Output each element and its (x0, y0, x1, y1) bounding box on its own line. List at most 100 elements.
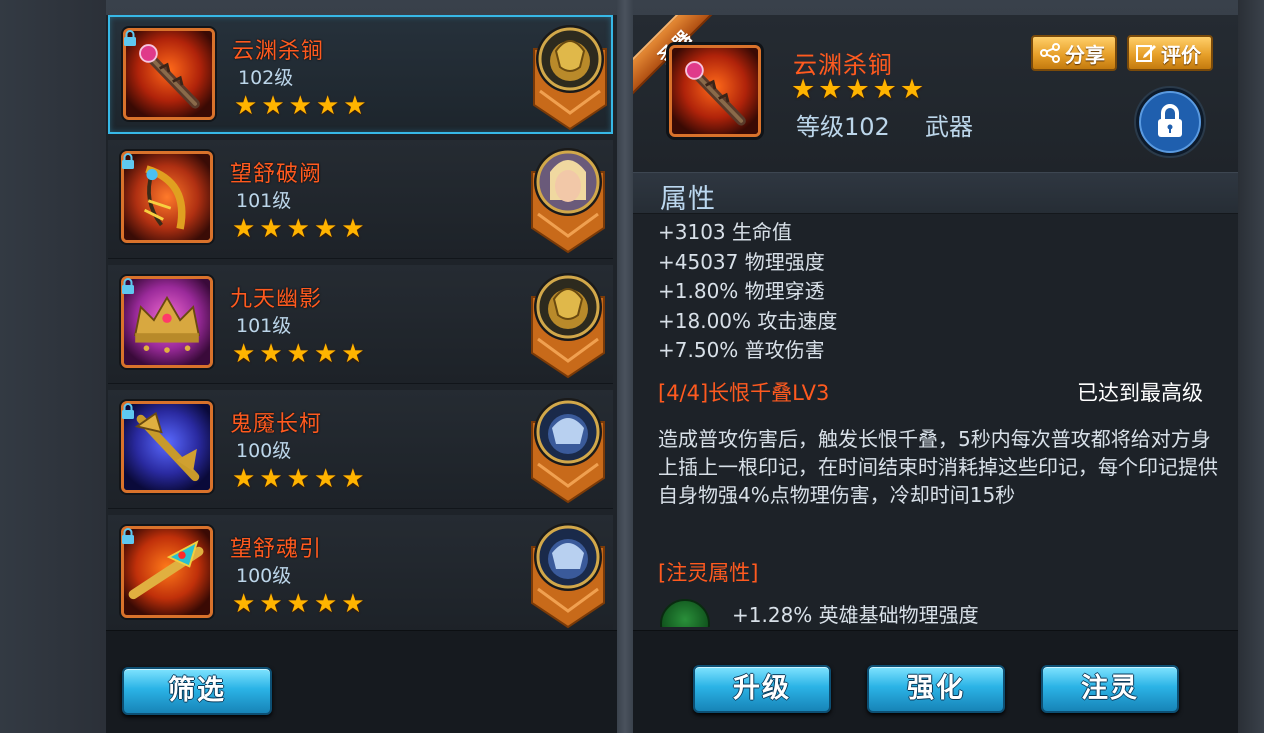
share-button-label: 分享 (1065, 42, 1105, 67)
hero-avatar-badge[interactable] (528, 269, 608, 379)
weapon-icon (669, 45, 761, 137)
spirit-section-title: [注灵属性] (658, 561, 759, 585)
attribute-line: +3103 生命值 (658, 220, 793, 244)
star-icon: ★ (286, 339, 310, 369)
hero-avatar-badge[interactable] (528, 519, 608, 629)
star-icon: ★ (845, 74, 870, 105)
item-level: 101级 (236, 315, 292, 337)
skill-description: 造成普攻伤害后，触发长恨千叠，5秒内每次普攻都将给对方身上插上一根印记，在时间结… (658, 427, 1218, 507)
enhance-button-label: 强化 (907, 673, 965, 704)
attribute-line: +45037 物理强度 (658, 249, 825, 274)
hero-avatar-badge[interactable] (528, 144, 608, 254)
attribute-line: +18.00% 攻击速度 (658, 308, 838, 333)
star-icon: ★ (341, 589, 365, 619)
star-icon: ★ (791, 74, 816, 105)
star-icon: ★ (232, 589, 256, 619)
star-icon: ★ (341, 464, 365, 494)
detail-header: 圣器 云渊杀锏 ★ ★ ★ ★ ★ 等级102 武器 分享 评价 (633, 15, 1238, 172)
equipment-item-selected[interactable]: 云渊杀锏 102级 ★ ★ ★ ★ ★ (108, 15, 613, 134)
detail-footer: 升级 强化 注灵 (633, 630, 1238, 733)
star-icon: ★ (286, 464, 310, 494)
star-icon: ★ (341, 339, 365, 369)
upgrade-button-label: 升级 (733, 673, 791, 704)
star-rating: ★ ★ ★ ★ ★ (232, 466, 365, 492)
attribute-line: +7.50% 普攻伤害 (658, 338, 825, 362)
star-icon: ★ (259, 339, 283, 369)
item-name: 云渊杀锏 (232, 39, 325, 64)
star-icon: ★ (872, 74, 897, 105)
item-name: 望舒破阙 (230, 162, 323, 187)
detail-item-level: 等级102 (796, 113, 890, 141)
share-button[interactable]: 分享 (1031, 35, 1117, 71)
star-icon: ★ (234, 91, 258, 121)
panel-divider (617, 0, 633, 733)
star-icon: ★ (286, 589, 310, 619)
detail-item-type: 武器 (925, 113, 973, 141)
star-rating: ★ ★ ★ ★ ★ (232, 341, 365, 367)
equipment-item[interactable]: 望舒魂引 100级 ★ ★ ★ ★ ★ (108, 515, 613, 630)
star-icon: ★ (818, 74, 843, 105)
equipment-item[interactable]: 九天幽影 101级 ★ ★ ★ ★ ★ (108, 265, 613, 384)
item-name: 望舒魂引 (230, 537, 323, 562)
lock-icon (122, 403, 134, 419)
hero-avatar-badge[interactable] (530, 21, 610, 131)
star-icon: ★ (313, 214, 338, 244)
review-button[interactable]: 评价 (1127, 35, 1213, 71)
star-icon: ★ (232, 214, 256, 244)
equipment-detail-panel: 圣器 云渊杀锏 ★ ★ ★ ★ ★ 等级102 武器 分享 评价 属性 +310… (633, 15, 1238, 733)
item-level: 101级 (236, 190, 292, 212)
lock-icon (122, 153, 134, 169)
attribute-list: +3103 生命值 +45037 物理强度 +1.80% 物理穿透 +18.00… (658, 218, 837, 366)
lock-toggle-icon[interactable] (1133, 85, 1207, 159)
item-name: 九天幽影 (230, 287, 323, 312)
star-icon: ★ (313, 589, 338, 619)
star-rating: ★ ★ ★ ★ ★ (232, 591, 365, 617)
upgrade-button[interactable]: 升级 (693, 665, 831, 713)
star-icon: ★ (341, 214, 365, 244)
star-icon: ★ (259, 214, 283, 244)
filter-button[interactable]: 筛选 (122, 667, 272, 715)
hero-avatar-badge[interactable] (528, 394, 608, 504)
skill-max-level-status: 已达到最高级 (1077, 381, 1203, 405)
lock-icon (122, 528, 134, 544)
equipment-list-panel: 云渊杀锏 102级 ★ ★ ★ ★ ★ 望舒破阙 101级 ★ ★ ★ ★ ★ … (106, 15, 617, 733)
list-footer: 筛选 (106, 630, 617, 733)
infuse-button-label: 注灵 (1081, 673, 1139, 704)
spirit-attribute: +1.28% 英雄基础物理强度 (732, 603, 979, 627)
star-icon: ★ (313, 339, 338, 369)
skill-title: [4/4]长恨千叠LV3 (658, 381, 830, 405)
item-level: 100级 (236, 440, 292, 462)
item-level: 102级 (238, 67, 294, 89)
star-icon: ★ (261, 91, 285, 121)
background-right (1238, 0, 1264, 733)
section-title: 属性 (660, 184, 716, 215)
star-icon: ★ (343, 91, 367, 121)
star-icon: ★ (899, 74, 925, 105)
star-icon: ★ (232, 464, 256, 494)
review-button-label: 评价 (1161, 42, 1201, 67)
equipment-list[interactable]: 云渊杀锏 102级 ★ ★ ★ ★ ★ 望舒破阙 101级 ★ ★ ★ ★ ★ … (106, 15, 617, 630)
lock-icon (124, 30, 136, 46)
item-name: 鬼魇长柯 (230, 412, 323, 437)
enhance-button[interactable]: 强化 (867, 665, 1005, 713)
equipment-item[interactable]: 鬼魇长柯 100级 ★ ★ ★ ★ ★ (108, 390, 613, 509)
item-level: 100级 (236, 565, 292, 587)
star-icon: ★ (259, 589, 283, 619)
star-icon: ★ (286, 214, 310, 244)
filter-button-label: 筛选 (168, 675, 226, 706)
background-left (0, 0, 106, 733)
spirit-attribute-row: +1.28% 英雄基础物理强度 (658, 597, 1218, 627)
star-icon: ★ (288, 91, 312, 121)
infuse-button[interactable]: 注灵 (1041, 665, 1179, 713)
spirit-orb-icon (660, 599, 710, 627)
equipment-item[interactable]: 望舒破阙 101级 ★ ★ ★ ★ ★ (108, 140, 613, 259)
star-icon: ★ (313, 464, 338, 494)
edit-icon (1136, 45, 1156, 62)
detail-star-rating: ★ ★ ★ ★ ★ (791, 74, 925, 105)
star-icon: ★ (232, 339, 256, 369)
attribute-line: +1.80% 物理穿透 (658, 279, 825, 303)
attributes-section-header: 属性 (633, 172, 1238, 215)
star-icon: ★ (315, 91, 340, 121)
share-icon (1040, 43, 1060, 63)
star-icon: ★ (259, 464, 283, 494)
